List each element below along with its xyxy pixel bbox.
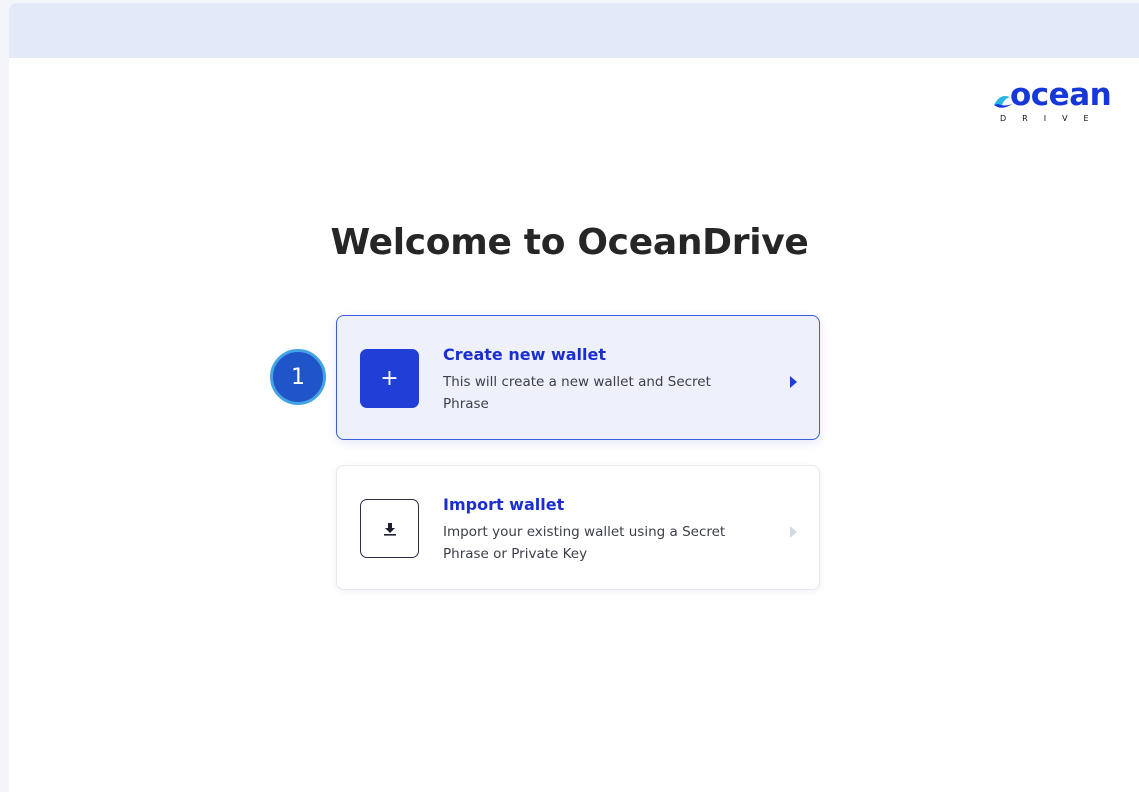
oceandrive-logo: ocean DRIVE [992,77,1112,127]
import-wallet-title: Import wallet [443,495,565,514]
import-wallet-description: Import your existing wallet using a Secr… [443,524,726,562]
chevron-right-icon [790,526,797,538]
chevron-right-icon [790,376,797,388]
create-wallet-description: This will create a new wallet and Secret… [443,374,711,412]
import-wallet-option[interactable]: Import wallet Import your existing walle… [336,465,820,590]
plus-icon: + [360,349,419,408]
step-number-badge: 1 [270,349,326,405]
top-bar [9,3,1139,58]
create-wallet-title: Create new wallet [443,345,606,364]
logo-subtitle: DRIVE [1000,114,1105,123]
logo-wordmark: ocean [1010,77,1112,113]
page-title: Welcome to OceanDrive [330,222,809,263]
create-wallet-option[interactable]: + Create new wallet This will create a n… [336,315,820,440]
download-icon [360,499,419,558]
